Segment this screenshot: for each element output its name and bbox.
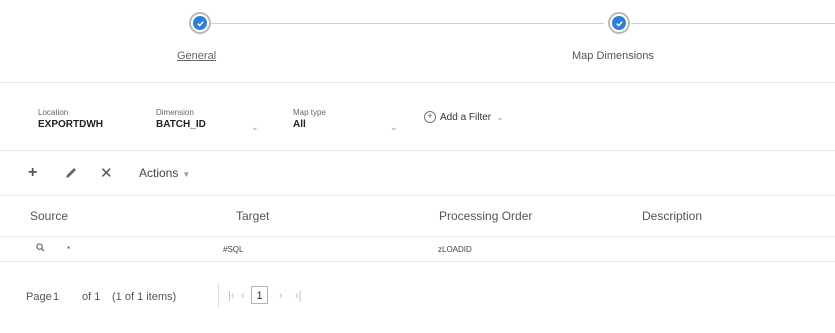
add-filter-label: Add a Filter [440,111,492,123]
stepper-divider [0,82,835,83]
pager-items-text: (1 of 1 items) [112,291,177,303]
toolbar-divider [0,195,835,196]
step-general-label[interactable]: General [177,50,216,62]
table-row[interactable] [0,236,835,260]
plus-circle-icon: + [424,111,436,123]
check-icon [193,16,207,30]
map-type-filter-label: Map type [293,108,326,117]
delete-row-button[interactable]: ✕ [100,164,113,182]
column-header-description[interactable]: Description [642,209,702,223]
column-header-processing-order[interactable]: Processing Order [439,209,532,223]
pager-divider [218,283,219,308]
stepper-line [206,23,604,24]
stepper-line-right [631,23,835,24]
check-icon [612,16,626,30]
previous-page-icon[interactable]: ‹ [241,290,245,302]
source-search-icon[interactable] [36,243,45,254]
processing-order-cell[interactable]: zLOADID [438,245,472,254]
target-cell[interactable]: #SQL [223,245,243,254]
edit-row-button[interactable] [64,166,78,185]
column-header-target[interactable]: Target [236,209,269,223]
last-page-icon[interactable]: ›| [295,290,302,302]
add-row-button[interactable]: + [28,164,37,182]
column-header-source[interactable]: Source [30,209,68,223]
map-type-chevron-down-icon[interactable]: ⌄ [390,122,398,133]
step-general-indicator[interactable] [189,12,211,34]
dimension-chevron-down-icon[interactable]: ⌄ [251,122,259,133]
chevron-down-icon: ⌄ [496,111,504,122]
map-type-filter-value[interactable]: All [293,119,306,130]
pager-of-text: of 1 [82,291,101,303]
first-page-icon[interactable]: |‹ [228,290,235,302]
step-map-dimensions-label[interactable]: Map Dimensions [572,50,654,62]
table-row-divider [0,261,835,262]
caret-down-icon: ▼ [182,170,191,179]
pager-page-label: Page [26,291,52,303]
current-page-box[interactable]: 1 [251,286,268,304]
pencil-icon [66,168,76,178]
actions-label: Actions [139,166,179,180]
add-filter-button[interactable]: + Add a Filter ⌄ [424,111,504,123]
location-filter-value[interactable]: EXPORTDWH [38,119,103,130]
actions-menu[interactable]: Actions ▼ [139,166,190,180]
location-filter-label: Location [38,108,69,117]
dimension-filter-value[interactable]: BATCH_ID [156,119,206,130]
filters-divider [0,150,835,151]
dimension-filter-label: Dimension [156,108,194,117]
source-cell[interactable]: * [67,245,70,254]
pager-page-number[interactable]: 1 [53,291,59,303]
next-page-icon[interactable]: › [279,290,283,302]
step-map-dimensions-indicator[interactable] [608,12,630,34]
